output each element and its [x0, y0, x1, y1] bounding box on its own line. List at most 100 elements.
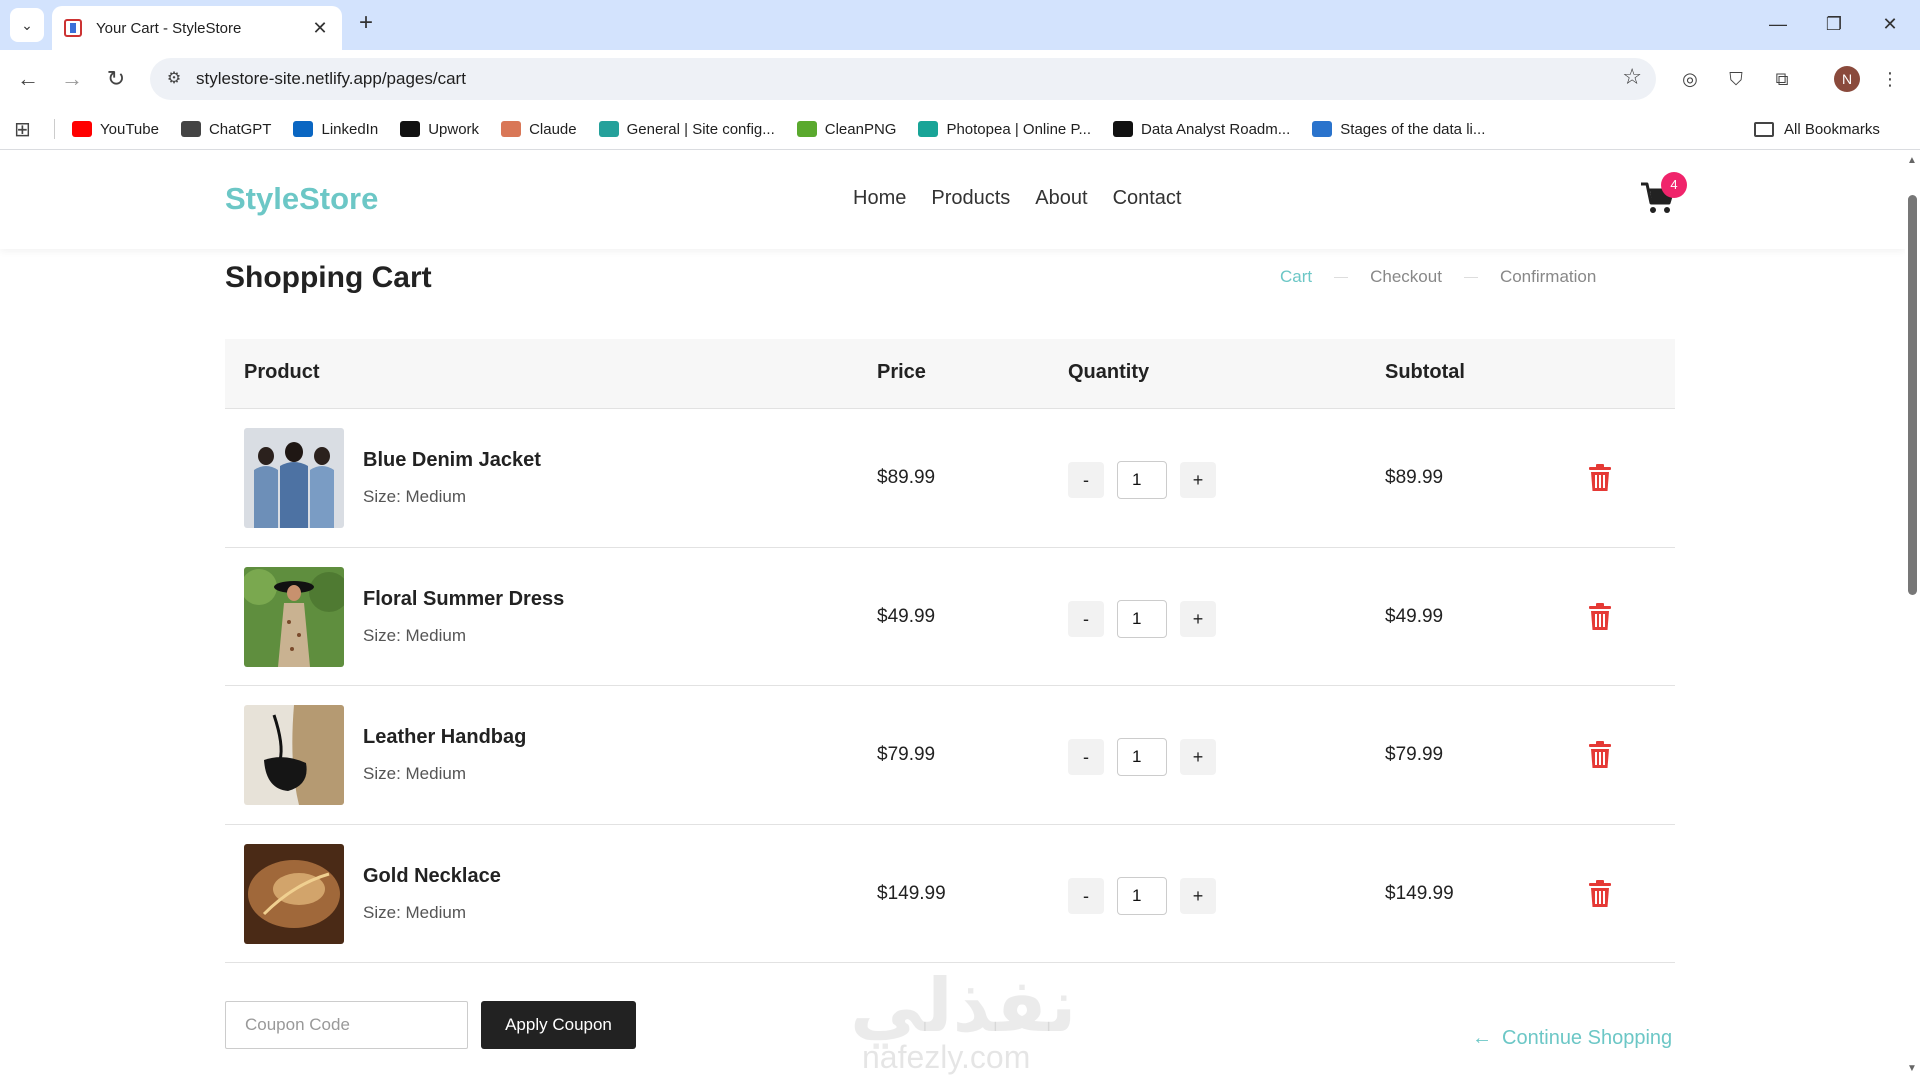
chatgpt-icon: [180, 121, 201, 137]
quantity-stepper: - 1 +: [1068, 599, 1216, 638]
youtube-icon: [72, 121, 92, 137]
product-image-floral-dress[interactable]: [244, 566, 344, 667]
url-text[interactable]: stylestore-site.netlify.app/pages/cart: [196, 69, 466, 89]
bookmark-list: YouTube ChatGPT LinkedIn Upwork Claude Genera…: [72, 108, 1485, 150]
decrease-qty-button[interactable]: -: [1068, 462, 1104, 498]
increase-qty-button[interactable]: +: [1180, 600, 1216, 637]
product-price: $89.99: [877, 467, 936, 488]
header-price: Price: [877, 361, 926, 383]
linkedin-icon: [293, 121, 314, 137]
bookmark-item[interactable]: General | Site config...: [598, 120, 775, 138]
increase-qty-button[interactable]: +: [1180, 739, 1216, 775]
tab-title: Your Cart - StyleStore: [96, 19, 242, 37]
extensions-icon[interactable]: ⧉: [1768, 65, 1796, 93]
header-product: Product: [244, 361, 320, 383]
product-subtotal: $79.99: [1385, 744, 1444, 765]
product-price: $49.99: [877, 605, 936, 627]
bookmark-star-icon[interactable]: ☆: [1622, 64, 1642, 90]
quantity-input[interactable]: 1: [1117, 461, 1167, 499]
address-bar[interactable]: ⚙ stylestore-site.netlify.app/pages/cart…: [150, 58, 1656, 100]
watermark-arabic: نفذلي: [850, 964, 1077, 1047]
table-row: Floral Summer Dress Size: Medium $49.99 …: [225, 548, 1675, 686]
quantity-input[interactable]: 1: [1117, 876, 1167, 915]
continue-shopping-link[interactable]: ← Continue Shopping: [1472, 1027, 1672, 1050]
product-size: Size: Medium: [363, 625, 466, 645]
photopea-icon: [918, 121, 939, 137]
product-image-denim-jacket[interactable]: [244, 428, 344, 528]
bookmark-label: General | Site config...: [626, 120, 775, 138]
product-name[interactable]: Leather Handbag: [363, 726, 526, 749]
bookmark-item[interactable]: Stages of the data li...: [1312, 121, 1485, 138]
quantity-input[interactable]: 1: [1117, 738, 1167, 776]
tab-close-icon[interactable]: ✕: [310, 18, 330, 39]
watermark-latin: nafezly.com: [862, 1039, 1031, 1075]
increase-qty-button[interactable]: +: [1180, 877, 1216, 914]
product-name[interactable]: Gold Necklace: [363, 865, 501, 888]
trash-icon[interactable]: [1588, 741, 1612, 769]
apps-grid-icon[interactable]: ⊞: [14, 117, 31, 142]
quantity-input[interactable]: 1: [1117, 599, 1167, 638]
increase-qty-button[interactable]: +: [1180, 462, 1216, 498]
coupon-input[interactable]: Coupon Code: [225, 1001, 468, 1049]
apply-coupon-button[interactable]: Apply Coupon: [481, 1001, 636, 1049]
trash-icon[interactable]: [1588, 602, 1612, 631]
roadmap-icon: [1113, 121, 1134, 137]
bookmark-item[interactable]: YouTube: [72, 121, 159, 138]
checkout-steps: Cart Checkout Confirmation: [1280, 267, 1596, 287]
bookmark-item[interactable]: Claude: [501, 121, 577, 138]
menu-icon[interactable]: ⋮: [1876, 65, 1904, 93]
minimize-icon[interactable]: —: [1760, 10, 1796, 38]
back-icon[interactable]: ←: [12, 63, 44, 95]
browser-tab[interactable]: Your Cart - StyleStore ✕: [52, 6, 342, 50]
step-checkout: Checkout: [1370, 267, 1442, 286]
decrease-qty-button[interactable]: -: [1068, 877, 1104, 914]
bookmark-item[interactable]: ChatGPT: [180, 121, 271, 138]
nav-home[interactable]: Home: [853, 187, 906, 210]
main-nav: Home Products About Contact: [853, 187, 1182, 210]
product-image-leather-handbag[interactable]: [244, 705, 344, 805]
page-scrollbar[interactable]: ▲ ▼: [1905, 151, 1920, 1080]
scroll-down-icon[interactable]: ▼: [1907, 1063, 1917, 1074]
all-bookmarks-label: All Bookmarks: [1784, 120, 1880, 138]
shield-icon[interactable]: ⛉: [1722, 65, 1750, 93]
product-name[interactable]: Blue Denim Jacket: [363, 449, 541, 472]
nav-products[interactable]: Products: [931, 187, 1010, 210]
reload-icon[interactable]: ↻: [100, 63, 132, 95]
step-cart: Cart: [1280, 267, 1313, 286]
product-name[interactable]: Floral Summer Dress: [363, 588, 564, 611]
product-image-gold-necklace[interactable]: [244, 843, 344, 944]
decrease-qty-button[interactable]: -: [1068, 600, 1104, 637]
trash-icon[interactable]: [1588, 464, 1612, 492]
bookmark-item[interactable]: CleanPNG: [796, 121, 896, 138]
cart-table: Product Price Quantity Subtotal Blue Den…: [225, 339, 1675, 963]
site-info-icon[interactable]: ⚙: [162, 67, 186, 91]
bookmark-label: LinkedIn: [321, 120, 379, 138]
bookmark-label: Claude: [529, 120, 577, 138]
cleanpng-icon: [796, 121, 817, 137]
bookmark-label: YouTube: [100, 120, 159, 138]
product-subtotal: $149.99: [1385, 882, 1454, 904]
divider: [54, 119, 55, 139]
nav-contact[interactable]: Contact: [1113, 187, 1182, 210]
all-bookmarks[interactable]: All Bookmarks: [1754, 108, 1880, 150]
profile-avatar[interactable]: N: [1834, 66, 1860, 92]
coursera-icon: [1312, 121, 1333, 137]
bookmark-item[interactable]: Data Analyst Roadm...: [1113, 121, 1290, 138]
site-logo[interactable]: StyleStore: [225, 181, 378, 217]
trash-icon[interactable]: [1588, 879, 1612, 908]
decrease-qty-button[interactable]: -: [1068, 739, 1104, 775]
new-tab-icon[interactable]: +: [352, 10, 380, 38]
restore-icon[interactable]: ❐: [1816, 10, 1852, 38]
product-subtotal: $89.99: [1385, 467, 1444, 488]
forward-icon[interactable]: →: [56, 63, 88, 95]
close-window-icon[interactable]: ✕: [1872, 10, 1908, 38]
bookmark-item[interactable]: Photopea | Online P...: [918, 121, 1091, 138]
bookmark-item[interactable]: Upwork: [400, 121, 479, 138]
screenshot-icon[interactable]: ◎: [1676, 65, 1704, 93]
bookmark-item[interactable]: LinkedIn: [293, 121, 378, 138]
scroll-up-icon[interactable]: ▲: [1907, 155, 1917, 166]
scrollbar-thumb[interactable]: [1908, 195, 1917, 595]
product-price: $79.99: [877, 744, 936, 765]
tab-search-icon[interactable]: ⌄: [10, 8, 44, 42]
nav-about[interactable]: About: [1035, 187, 1087, 210]
